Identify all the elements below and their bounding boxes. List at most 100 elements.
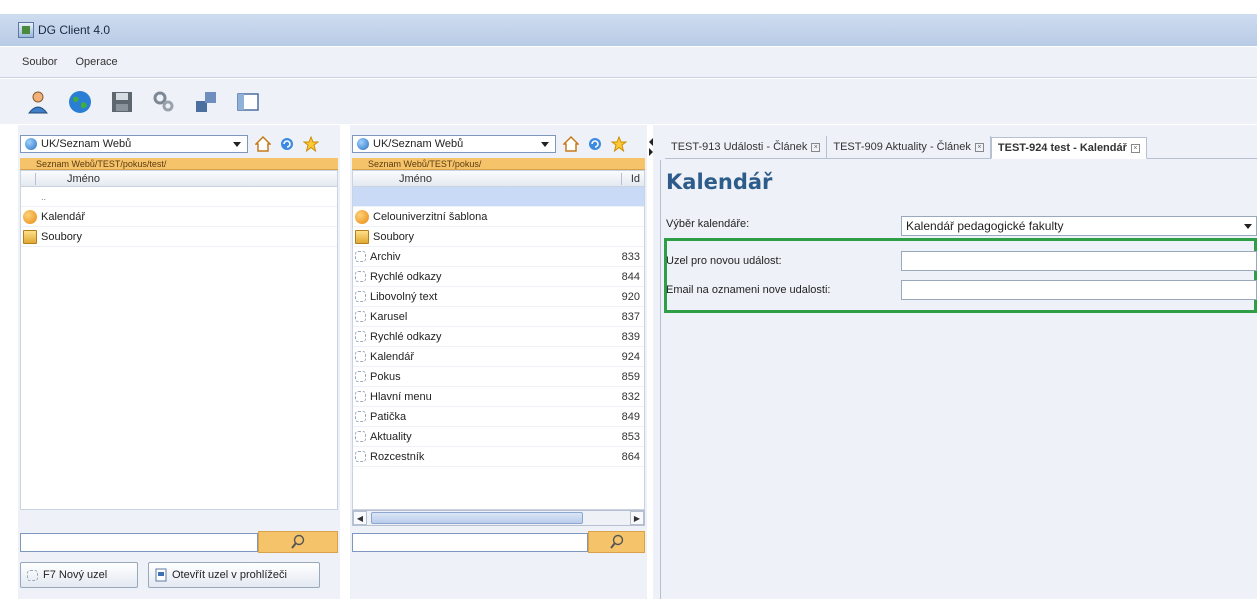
search-button[interactable] <box>258 531 338 553</box>
node-icon <box>355 351 366 362</box>
globe-icon <box>25 138 37 150</box>
tab-test-924[interactable]: TEST-924 test - Kalendář × <box>990 137 1147 159</box>
refresh-icon[interactable] <box>278 135 296 153</box>
search-icon <box>291 534 305 549</box>
close-icon[interactable]: × <box>974 142 984 152</box>
notify-email-field[interactable] <box>901 280 1257 300</box>
column-id-header[interactable]: Id <box>631 173 640 185</box>
left-pane: UK/Seznam Webů Seznam Webů/TEST/pokus/te… <box>18 125 340 599</box>
event-node-field[interactable] <box>901 251 1257 271</box>
list-item[interactable]: Rozcestník 864 <box>353 447 644 467</box>
tab-test-913[interactable]: TEST-913 Události - Článek × <box>665 136 828 158</box>
open-in-browser-button[interactable]: Otevřít uzel v prohlížeči <box>148 562 320 588</box>
editor-tabs: TEST-913 Události - Článek × TEST-909 Ak… <box>665 135 1257 159</box>
horizontal-scrollbar[interactable]: ◀ ▶ <box>352 510 645 526</box>
middle-search-row <box>352 531 645 553</box>
node-icon <box>355 251 366 262</box>
list-item[interactable]: Celouniverzitní šablona <box>353 207 644 227</box>
highlight-box <box>664 238 1257 313</box>
refresh-icon[interactable] <box>586 135 604 153</box>
list-item[interactable]: .. <box>21 187 337 207</box>
search-input[interactable] <box>352 532 588 552</box>
list-item[interactable]: Soubory <box>353 227 644 247</box>
list-item[interactable]: Libovolný text 920 <box>353 287 644 307</box>
list-item[interactable] <box>353 187 644 207</box>
window-title: DG Client 4.0 <box>38 23 111 37</box>
node-icon <box>355 451 366 462</box>
list-item[interactable]: Kalendář 924 <box>353 347 644 367</box>
menu-soubor[interactable]: Soubor <box>18 54 61 70</box>
globe-icon[interactable] <box>66 88 94 116</box>
breadcrumb: Seznam Webů/TEST/pokus/test/ <box>20 158 338 170</box>
settings-icon[interactable] <box>150 88 178 116</box>
column-header: Jméno Id <box>352 170 645 187</box>
save-icon[interactable] <box>108 88 136 116</box>
app-icon <box>18 22 34 38</box>
folder-icon <box>355 229 369 244</box>
middle-pane-header: UK/Seznam Webů <box>352 133 645 155</box>
calendar-select-value: Kalendář pedagogické fakulty <box>906 219 1064 233</box>
node-icon <box>355 431 366 442</box>
node-icon <box>355 291 366 302</box>
list-item[interactable]: Kalendář <box>21 207 337 227</box>
site-selector[interactable]: UK/Seznam Webů <box>20 135 248 153</box>
site-selector[interactable]: UK/Seznam Webů <box>352 135 556 153</box>
user-icon[interactable] <box>24 88 52 116</box>
star-icon[interactable] <box>610 135 628 153</box>
middle-node-list: Celouniverzitní šablona Soubory Archiv 83… <box>352 187 645 510</box>
panel-icon[interactable] <box>234 88 262 116</box>
node-icon <box>355 331 366 342</box>
home-icon[interactable] <box>254 135 272 153</box>
node-icon <box>355 371 366 382</box>
node-icon <box>27 569 38 581</box>
app-window: DG Client 4.0 Soubor Operace UK/Seznam W… <box>0 0 1257 601</box>
notify-email-label: Email na oznameni nove udalosti: <box>666 284 831 296</box>
column-name-header[interactable]: Jméno <box>67 173 100 185</box>
document-icon <box>155 568 167 582</box>
event-node-label: Uzel pro novou událost: <box>666 255 782 267</box>
column-header: Jméno <box>20 170 338 187</box>
column-name-header[interactable]: Jméno <box>399 173 432 185</box>
star-icon[interactable] <box>302 135 320 153</box>
scroll-right-arrow-icon[interactable]: ▶ <box>630 511 644 525</box>
list-item[interactable]: Aktuality 853 <box>353 427 644 447</box>
tab-test-909[interactable]: TEST-909 Aktuality - Článek × <box>827 136 991 158</box>
toolbar <box>0 79 1257 124</box>
new-node-button[interactable]: F7 Nový uzel <box>20 562 138 588</box>
left-search-row <box>20 531 338 553</box>
site-selector-value: UK/Seznam Webů <box>373 138 464 150</box>
close-icon[interactable]: × <box>811 142 821 152</box>
breadcrumb: Seznam Webů/TEST/pokus/ <box>352 158 645 170</box>
list-item[interactable]: Soubory <box>21 227 337 247</box>
list-item[interactable]: Patička 849 <box>353 407 644 427</box>
page-title: Kalendář <box>666 170 773 194</box>
home-icon[interactable] <box>562 135 580 153</box>
search-icon <box>609 534 623 549</box>
folder-icon <box>23 229 37 244</box>
left-pane-header: UK/Seznam Webů <box>20 133 338 155</box>
list-item[interactable]: Rychlé odkazy 839 <box>353 327 644 347</box>
calendar-select-label: Výběr kalendáře: <box>666 218 750 230</box>
orange-ball-icon <box>355 209 369 224</box>
search-input[interactable] <box>20 532 258 552</box>
list-item[interactable]: Karusel 837 <box>353 307 644 327</box>
search-button[interactable] <box>588 531 645 553</box>
editor-pane: TEST-913 Události - Článek × TEST-909 Ak… <box>653 125 1257 599</box>
list-item[interactable]: Rychlé odkazy 844 <box>353 267 644 287</box>
windows-icon[interactable] <box>192 88 220 116</box>
node-icon <box>355 391 366 402</box>
globe-icon <box>357 138 369 150</box>
list-item[interactable]: Archiv 833 <box>353 247 644 267</box>
list-item[interactable]: Pokus 859 <box>353 367 644 387</box>
node-icon <box>355 311 366 322</box>
scroll-left-arrow-icon[interactable]: ◀ <box>353 511 367 525</box>
list-item[interactable]: Hlavní menu 832 <box>353 387 644 407</box>
calendar-select[interactable]: Kalendář pedagogické fakulty <box>901 216 1257 236</box>
middle-pane: UK/Seznam Webů Seznam Webů/TEST/pokus/ J… <box>350 125 647 599</box>
chevron-down-icon <box>541 142 549 147</box>
node-icon <box>355 271 366 282</box>
title-bar: DG Client 4.0 <box>0 14 1257 46</box>
close-icon[interactable]: × <box>1130 143 1140 153</box>
menu-operace[interactable]: Operace <box>71 54 121 70</box>
scroll-thumb[interactable] <box>371 512 583 524</box>
